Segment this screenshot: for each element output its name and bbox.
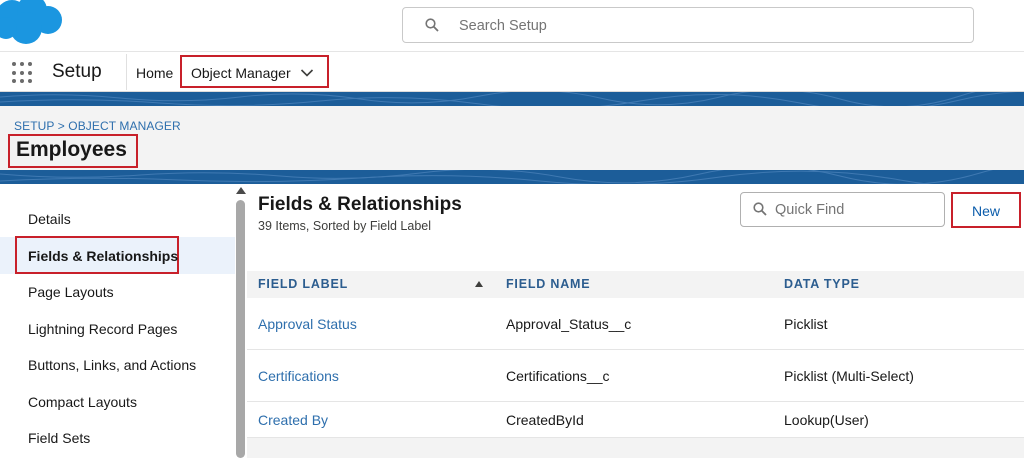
sidebar-item-compact-layouts[interactable]: Compact Layouts	[28, 394, 137, 410]
chevron-down-icon[interactable]	[300, 66, 314, 84]
sidebar-item-fields-relationships[interactable]: Fields & Relationships	[15, 236, 179, 274]
sidebar-item-lightning-record-pages[interactable]: Lightning Record Pages	[28, 321, 177, 337]
data-type: Lookup(User)	[784, 412, 869, 428]
page-title-text: Employees	[16, 138, 127, 161]
column-header-field-label[interactable]: FIELD LABEL	[258, 277, 348, 291]
column-header-field-name[interactable]: FIELD NAME	[506, 277, 590, 291]
search-icon	[425, 18, 439, 37]
salesforce-logo[interactable]	[0, 0, 62, 53]
search-icon	[753, 202, 767, 221]
app-launcher-icon[interactable]	[12, 62, 34, 84]
tab-object-manager[interactable]: Object Manager	[180, 55, 329, 88]
table-row: Approval Status Approval_Status__c Pickl…	[247, 298, 1024, 350]
table-row: Certifications Certifications__c Picklis…	[247, 350, 1024, 402]
table-row	[247, 438, 1024, 458]
tab-object-manager-label: Object Manager	[191, 65, 291, 81]
section-subtitle: 39 Items, Sorted by Field Label	[258, 219, 432, 233]
table-row: Created By CreatedById Lookup(User)	[247, 402, 1024, 438]
header-banner	[0, 92, 1024, 106]
field-label-link[interactable]: Certifications	[258, 368, 339, 384]
tab-home[interactable]: Home	[136, 65, 173, 81]
field-name: Approval_Status__c	[506, 316, 632, 332]
new-field-button[interactable]: New	[951, 192, 1021, 228]
field-name: CreatedById	[506, 412, 584, 428]
sidebar-item-label: Fields & Relationships	[28, 248, 179, 264]
column-header-data-type[interactable]: DATA TYPE	[784, 277, 860, 291]
field-label-link[interactable]: Created By	[258, 412, 328, 428]
scroll-up-arrow-icon[interactable]	[236, 187, 246, 194]
sidebar-item-field-sets[interactable]: Field Sets	[28, 430, 90, 446]
global-header: Search Setup	[0, 0, 1024, 52]
sidebar-item-page-layouts[interactable]: Page Layouts	[28, 284, 114, 300]
page-header: SETUP > OBJECT MANAGER Employees	[0, 106, 1024, 170]
table-header: FIELD LABEL FIELD NAME DATA TYPE	[247, 271, 1024, 298]
quick-find-placeholder: Quick Find	[775, 202, 845, 218]
header-banner-lower	[0, 170, 1024, 184]
sidebar-item-details[interactable]: Details	[28, 211, 71, 227]
data-type: Picklist	[784, 316, 828, 332]
breadcrumb[interactable]: SETUP > OBJECT MANAGER	[14, 119, 181, 133]
search-placeholder: Search Setup	[459, 18, 547, 34]
section-title: Fields & Relationships	[258, 194, 462, 215]
scrollbar-thumb[interactable]	[236, 200, 245, 458]
field-name: Certifications__c	[506, 368, 610, 384]
page-title: Employees	[8, 134, 138, 168]
new-button-label: New	[971, 203, 1000, 219]
app-name: Setup	[52, 61, 102, 82]
field-label-link[interactable]: Approval Status	[258, 316, 357, 332]
quick-find-input[interactable]: Quick Find	[740, 192, 945, 227]
app-nav-bar: Setup Home Object Manager	[0, 52, 1024, 92]
nav-divider	[126, 54, 127, 90]
sidebar-item-buttons-links-actions[interactable]: Buttons, Links, and Actions	[28, 357, 196, 373]
data-type: Picklist (Multi-Select)	[784, 368, 914, 384]
sort-ascending-icon[interactable]	[475, 281, 483, 287]
search-setup-input[interactable]: Search Setup	[402, 7, 974, 43]
